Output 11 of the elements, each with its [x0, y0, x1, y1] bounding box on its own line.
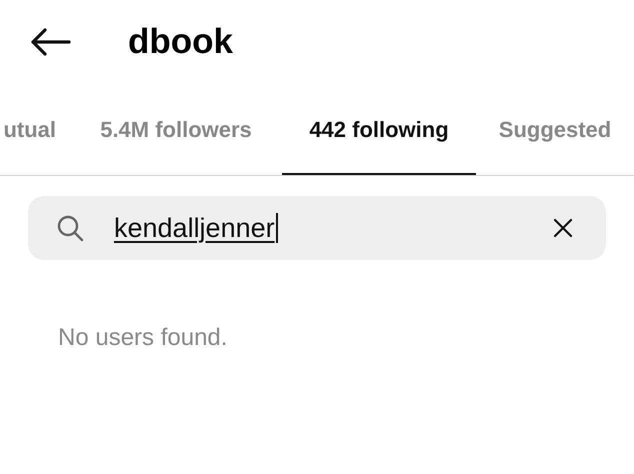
search-field[interactable]: kendalljenner [28, 196, 606, 260]
tab[interactable]: utual [0, 84, 70, 175]
empty-message: No users found. [58, 323, 228, 353]
search-text: kendalljenner [114, 212, 275, 245]
page-title: dbook [128, 20, 233, 63]
tab[interactable]: Suggested [476, 84, 634, 175]
back-arrow-icon [29, 28, 71, 56]
search-icon [56, 214, 84, 242]
tab[interactable]: 442 following [282, 84, 476, 175]
tab[interactable]: 5.4M followers [70, 84, 282, 175]
close-icon [553, 218, 573, 238]
